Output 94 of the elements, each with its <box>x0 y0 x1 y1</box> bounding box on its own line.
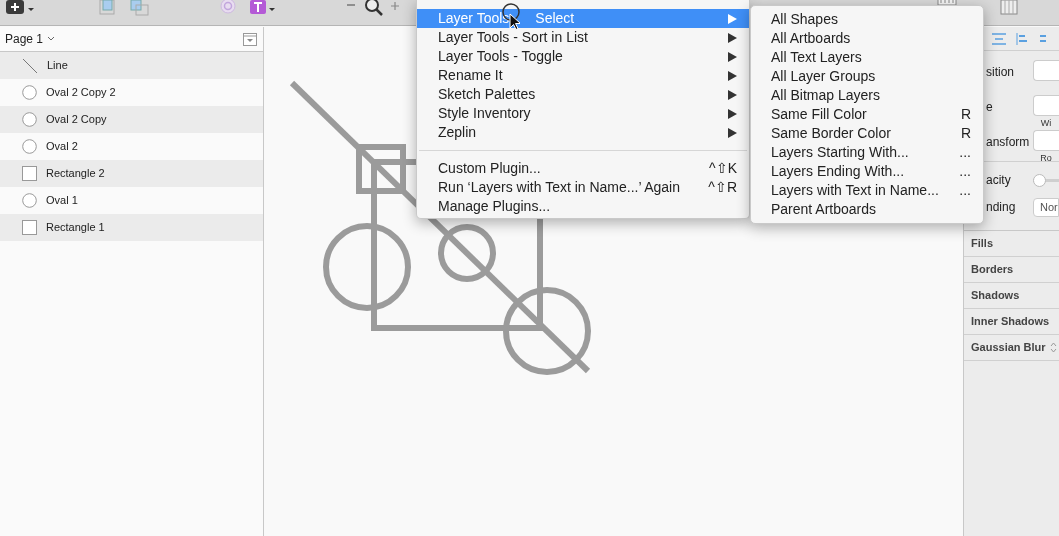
menu-item[interactable]: Custom Plugin... ^⇧K <box>417 159 749 178</box>
field-label: sition <box>986 64 1014 81</box>
menu-item-label: Manage Plugins... <box>438 197 552 216</box>
menu-item-label: Layers with Text in Name... <box>771 181 940 200</box>
menu-item-label: Sketch Palettes <box>438 85 537 104</box>
menu-item[interactable]: All Bitmap Layers <box>751 86 983 105</box>
opacity-slider[interactable] <box>1033 173 1059 187</box>
sync-icon[interactable] <box>218 0 238 14</box>
field-label: e <box>986 99 993 116</box>
rectangle-icon <box>22 220 37 235</box>
menu-item-label: All Bitmap Layers <box>771 86 881 105</box>
layer-backward-icon[interactable] <box>128 0 150 16</box>
align-center-icon[interactable] <box>992 32 1006 45</box>
menu-item-label: All Artboards <box>771 29 852 48</box>
menu-item[interactable]: Same Fill Color R <box>751 105 983 124</box>
menu-item-label: Same Fill Color <box>771 105 868 124</box>
page-selector[interactable]: Page 1 <box>5 30 44 48</box>
field-caption: Wi <box>1040 117 1052 129</box>
menu-item[interactable]: Manage Plugins... <box>417 197 749 216</box>
section-header[interactable]: Inner Shadows <box>971 313 1050 330</box>
menu-item-label: Custom Plugin... <box>438 159 542 178</box>
layer-row[interactable]: Line <box>0 52 263 79</box>
menu-item[interactable]: Rename It <box>417 66 749 85</box>
oval-icon <box>22 112 37 127</box>
chevron-down-icon[interactable] <box>47 36 56 42</box>
search-icon[interactable] <box>363 0 385 16</box>
field-caption: Ro <box>1040 152 1052 164</box>
layer-row[interactable]: Oval 2 Copy <box>0 106 263 133</box>
shortcut-label: ... <box>959 143 971 162</box>
collapse-icon[interactable] <box>243 33 257 46</box>
menu-item[interactable]: Parent Artboards <box>751 200 983 219</box>
input-field[interactable] <box>1033 95 1059 116</box>
zoom-out-icon[interactable] <box>346 3 356 7</box>
field-label: nding <box>986 199 1016 216</box>
line-icon <box>22 57 38 74</box>
shortcut-label: R <box>960 105 971 124</box>
menu-item-label: Zeplin <box>438 123 478 142</box>
menu-item-label: Rename It <box>438 66 504 85</box>
layer-row[interactable]: Rectangle 1 <box>0 214 263 241</box>
menu-item-label: Style Inventory <box>438 104 532 123</box>
menu-item-label: All Text Layers <box>771 48 863 67</box>
shortcut-label: R <box>960 124 971 143</box>
field-label: ansform <box>986 134 1030 151</box>
section-header[interactable]: Shadows <box>971 287 1020 304</box>
grid-icon[interactable] <box>1000 0 1018 16</box>
menu-item-label: All Shapes <box>771 10 839 29</box>
menu-item[interactable]: Sketch Palettes <box>417 85 749 104</box>
zoom-in-icon[interactable] <box>390 1 400 11</box>
align-left-icon[interactable] <box>1016 32 1028 45</box>
field-label: acity <box>986 172 1011 189</box>
shortcut-label: ^⇧K <box>709 159 737 178</box>
oval-icon <box>22 85 37 100</box>
menu-item[interactable]: Run ‘Layers with Text in Name...’ Again ^⇧R <box>417 178 749 197</box>
menu-item[interactable]: Zeplin <box>417 123 749 142</box>
section-header[interactable]: Gaussian Blur <box>971 339 1046 356</box>
menu-item[interactable]: All Shapes <box>751 10 983 29</box>
stepper-icon <box>1049 342 1057 353</box>
menu-item[interactable]: All Text Layers <box>751 48 983 67</box>
slider-thumb[interactable] <box>1033 173 1046 187</box>
menu-item[interactable]: Same Border Color R <box>751 124 983 143</box>
input-field[interactable] <box>1033 60 1059 81</box>
section-header[interactable]: Fills <box>971 235 993 252</box>
menu-item-label: Same Border Color <box>771 124 892 143</box>
shortcut-label: ... <box>959 181 971 200</box>
align-top-icon[interactable] <box>1038 32 1046 45</box>
menu-item-label: Run ‘Layers with Text in Name...’ Again <box>438 178 681 197</box>
oval-icon <box>22 139 37 154</box>
shortcut-label: ^⇧R <box>708 178 737 197</box>
menu-item[interactable]: Layers Ending With... ... <box>751 162 983 181</box>
shortcut-label: ... <box>959 162 971 181</box>
section-header[interactable]: Borders <box>971 261 1014 278</box>
menu-item[interactable]: All Artboards <box>751 29 983 48</box>
menu-item[interactable]: All Layer Groups <box>751 67 983 86</box>
menu-item-label: Layer Tools <box>438 9 510 28</box>
input-field[interactable] <box>1033 130 1059 151</box>
menu-item[interactable]: Layer Tools - Sort in List <box>417 28 749 47</box>
blending-dropdown[interactable]: Nor <box>1033 197 1059 217</box>
menu-item[interactable]: Layer Tools - Toggle <box>417 47 749 66</box>
menu-item-label: Parent Artboards <box>771 200 878 219</box>
layer-row[interactable]: Rectangle 2 <box>0 160 263 187</box>
ruler-icon[interactable] <box>937 0 957 5</box>
menu-item-label: Layer Tools - Toggle <box>438 47 564 66</box>
menu-item-label: Layers Ending With... <box>771 162 906 181</box>
menu-item-label: Select <box>535 9 576 28</box>
layer-forward-icon[interactable] <box>98 0 118 16</box>
menu-item-label: Layers Starting With... <box>771 143 910 162</box>
oval-icon <box>22 193 37 208</box>
insert-icon[interactable] <box>5 0 35 16</box>
menu-item-label: All Layer Groups <box>771 67 877 86</box>
menu-item[interactable]: Layers Starting With... ... <box>751 143 983 162</box>
rectangle-icon <box>22 166 37 181</box>
menu-item-label: Layer Tools - Sort in List <box>438 28 589 47</box>
menu-item[interactable]: Style Inventory <box>417 104 749 123</box>
menu-item[interactable]: Layers with Text in Name... ... <box>751 181 983 200</box>
